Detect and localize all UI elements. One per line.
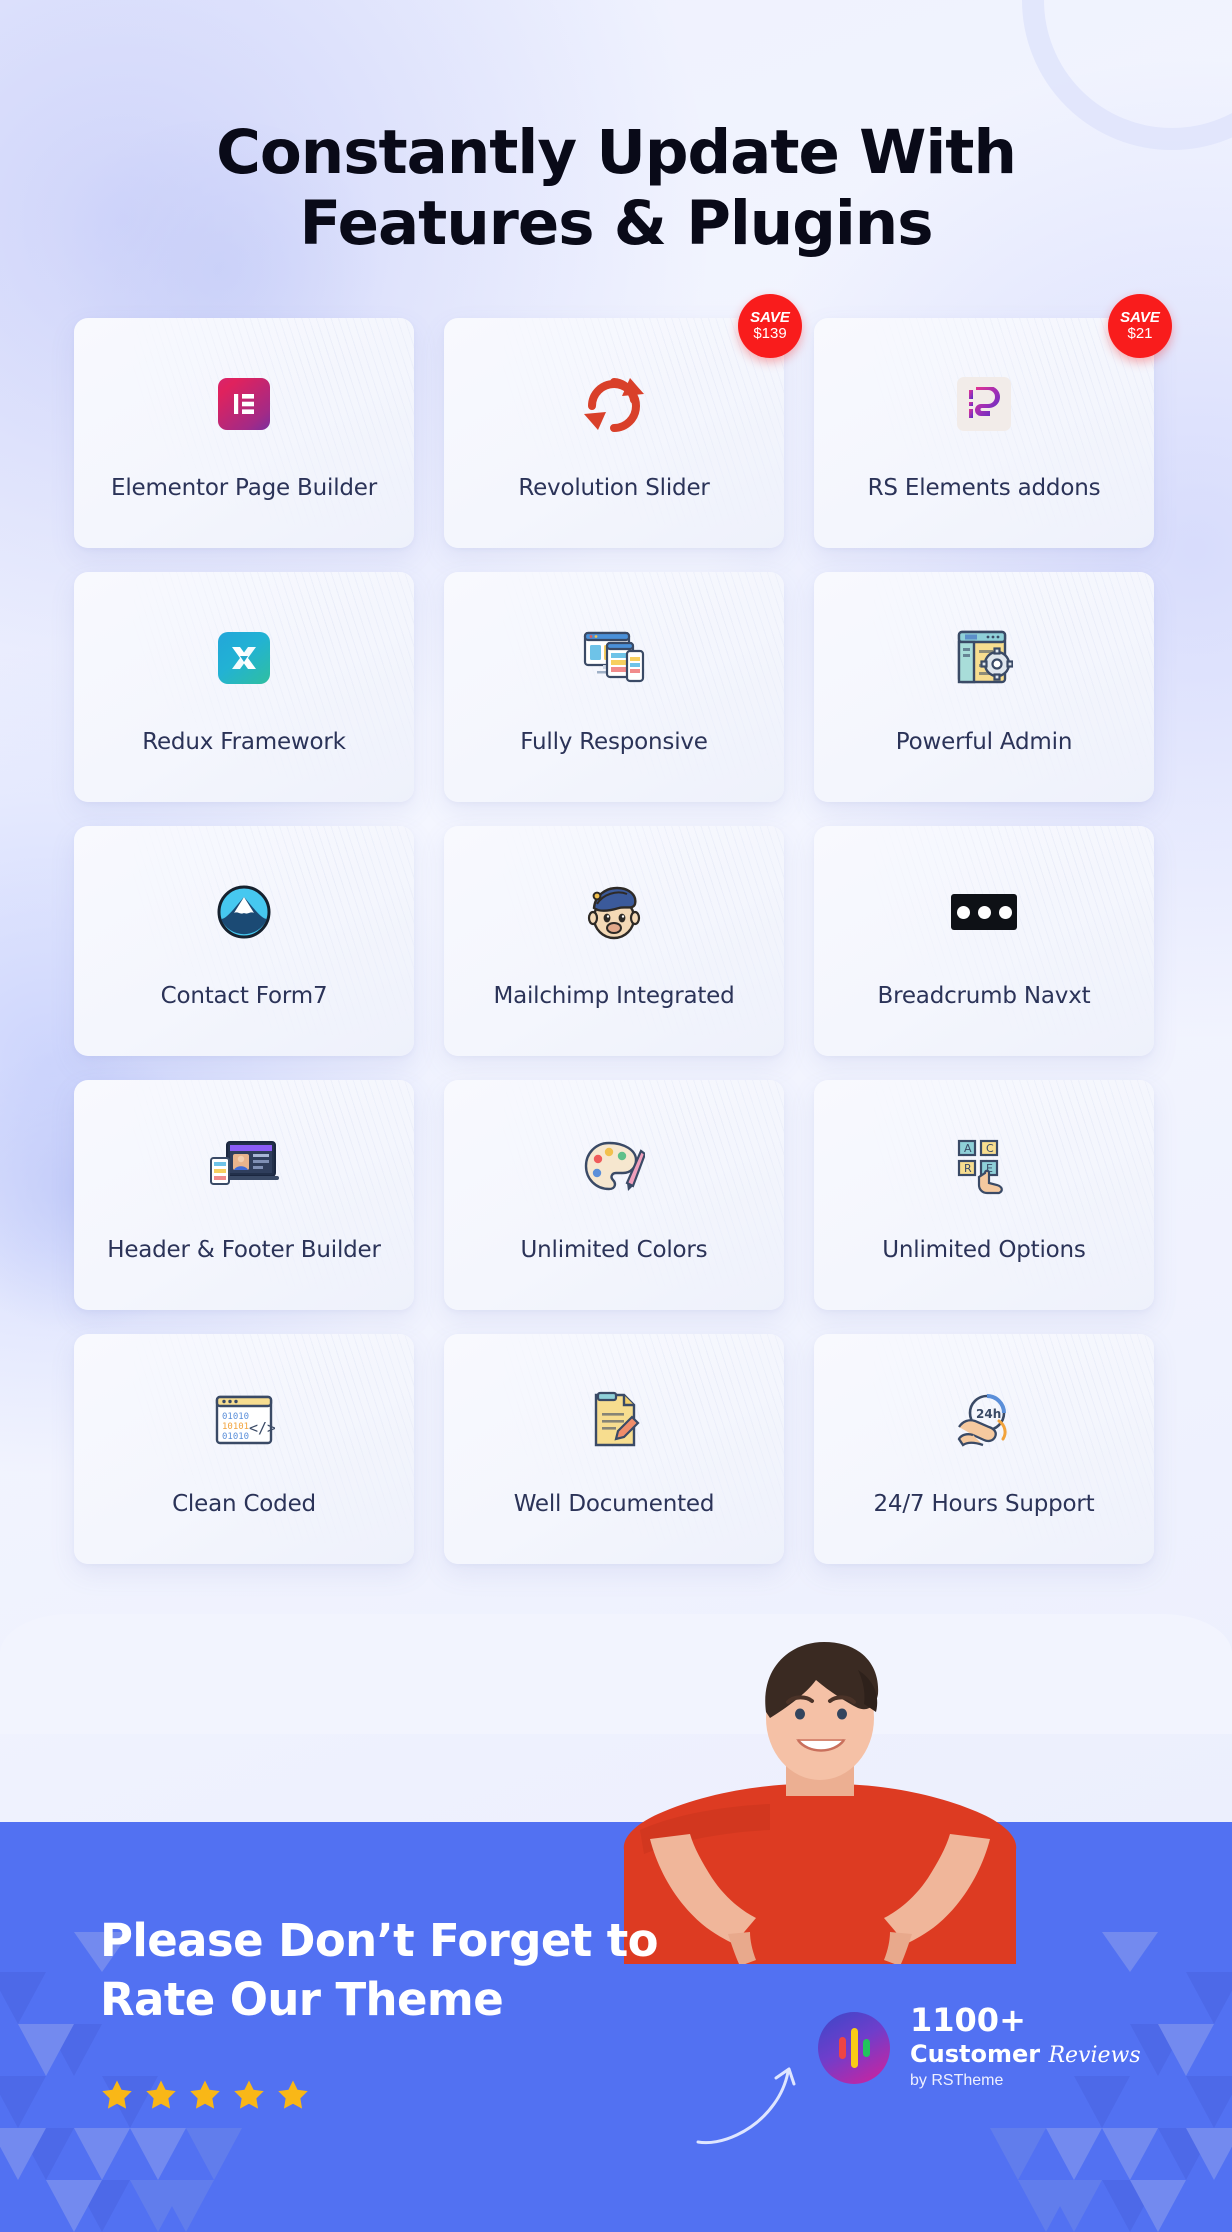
page-title-line-1: Constantly Update With bbox=[216, 117, 1017, 188]
header-footer-builder-icon bbox=[210, 1141, 279, 1185]
support-24h-icon: 24h bbox=[957, 1394, 1007, 1447]
feature-card[interactable]: Header & Footer Builder bbox=[74, 1080, 414, 1310]
feature-label: Breadcrumb Navxt bbox=[877, 983, 1091, 1009]
svg-text:R: R bbox=[964, 1162, 972, 1175]
reviews-label-bold: Customer bbox=[910, 2039, 1041, 2068]
reviews-logo-icon bbox=[818, 2012, 890, 2085]
responsive-devices-icon bbox=[583, 631, 645, 683]
document-icon bbox=[594, 1391, 640, 1447]
svg-text:24h: 24h bbox=[976, 1407, 1001, 1421]
promo-page: Constantly Update With Features & Plugin… bbox=[0, 0, 1232, 2232]
feature-icon-wrap bbox=[218, 619, 270, 697]
feature-label: Unlimited Colors bbox=[520, 1237, 708, 1263]
feature-card[interactable]: Contact Form7 bbox=[74, 826, 414, 1056]
feature-icon-wrap: A C R E bbox=[955, 1127, 1013, 1205]
svg-text:01010: 01010 bbox=[222, 1412, 249, 1422]
feature-icon-wrap bbox=[955, 619, 1013, 697]
feature-card[interactable]: A C R E Unlimited Options bbox=[814, 1080, 1154, 1310]
breadcrumb-dots-icon bbox=[951, 894, 1017, 930]
star-rating[interactable] bbox=[100, 2078, 310, 2112]
feature-label: Header & Footer Builder bbox=[107, 1237, 381, 1263]
feature-icon-wrap bbox=[581, 619, 647, 697]
feature-label: Well Documented bbox=[513, 1491, 715, 1517]
save-badge: SAVE $139 bbox=[738, 294, 802, 358]
elementor-icon bbox=[218, 378, 270, 430]
feature-card[interactable]: Breadcrumb Navxt bbox=[814, 826, 1154, 1056]
feature-label: Contact Form7 bbox=[160, 983, 328, 1009]
svg-text:A: A bbox=[964, 1142, 972, 1155]
code-window-icon: 01010 10101 01010 </> bbox=[215, 1395, 275, 1445]
curved-arrow-icon bbox=[696, 2067, 796, 2145]
svg-text:10101: 10101 bbox=[222, 1422, 249, 1432]
feature-label: Mailchimp Integrated bbox=[493, 983, 735, 1009]
feature-label: Revolution Slider bbox=[518, 475, 710, 501]
feature-icon-wrap bbox=[209, 1127, 279, 1205]
reviews-label-script: Reviews bbox=[1048, 2042, 1141, 2068]
feature-card[interactable]: Powerful Admin bbox=[814, 572, 1154, 802]
cta-title-line-1: Please Don’t Forget to bbox=[100, 1914, 659, 1967]
feature-icon-wrap bbox=[584, 365, 644, 443]
save-badge-label: SAVE bbox=[750, 308, 790, 326]
customer-reviews-badge: 1100+ Customer Reviews by RSTheme bbox=[818, 2001, 1141, 2093]
feature-icon-wrap: 01010 10101 01010 </> bbox=[213, 1381, 275, 1459]
reviews-count: 1100+ bbox=[910, 2001, 1026, 2039]
feature-card[interactable]: Unlimited Colors bbox=[444, 1080, 784, 1310]
star-icon[interactable] bbox=[188, 2078, 222, 2112]
options-click-icon: A C R E bbox=[957, 1139, 1003, 1195]
rs-elements-icon bbox=[957, 377, 1011, 431]
feature-label: Fully Responsive bbox=[520, 729, 708, 755]
reviews-byline: by RSTheme bbox=[910, 2072, 1004, 2090]
color-palette-icon bbox=[584, 1141, 645, 1191]
save-badge-amount: $139 bbox=[753, 325, 787, 343]
feature-icon-wrap bbox=[583, 1127, 645, 1205]
contact-form7-icon bbox=[217, 885, 271, 939]
person-illustration bbox=[623, 1642, 1017, 1964]
mailchimp-monkey-icon bbox=[587, 886, 641, 940]
star-icon[interactable] bbox=[144, 2078, 178, 2112]
feature-card[interactable]: Redux Framework bbox=[74, 572, 414, 802]
feature-label: 24/7 Hours Support bbox=[873, 1491, 1095, 1517]
feature-card[interactable]: 01010 10101 01010 </> Clean Coded bbox=[74, 1334, 414, 1564]
page-title-line-2: Features & Plugins bbox=[299, 187, 933, 259]
cta-title: Please Don’t Forget to Rate Our Theme bbox=[100, 1912, 660, 2029]
star-icon[interactable] bbox=[100, 2078, 134, 2112]
feature-label: RS Elements addons bbox=[867, 475, 1101, 501]
feature-label: Unlimited Options bbox=[882, 1237, 1086, 1263]
feature-icon-wrap bbox=[957, 365, 1011, 443]
save-badge-amount: $21 bbox=[1127, 325, 1153, 343]
feature-icon-wrap bbox=[218, 365, 270, 443]
admin-panel-gear-icon bbox=[957, 630, 1013, 684]
svg-text:C: C bbox=[986, 1142, 994, 1155]
page-title: Constantly Update With Features & Plugin… bbox=[0, 117, 1232, 260]
feature-label: Redux Framework bbox=[142, 729, 346, 755]
feature-label: Elementor Page Builder bbox=[111, 475, 377, 501]
cta-title-line-2: Rate Our Theme bbox=[100, 1972, 504, 2026]
feature-icon-wrap bbox=[217, 873, 271, 951]
feature-card[interactable]: SAVE $139 Revolution Slider bbox=[444, 294, 802, 548]
feature-icon-wrap bbox=[585, 873, 643, 951]
feature-card[interactable]: Mailchimp Integrated bbox=[444, 826, 784, 1056]
save-badge: SAVE $21 bbox=[1108, 294, 1172, 358]
feature-label: Clean Coded bbox=[172, 1491, 316, 1517]
feature-label: Powerful Admin bbox=[895, 729, 1073, 755]
feature-grid: Elementor Page Builder SAVE $139 Revolut… bbox=[74, 294, 1172, 1564]
star-icon[interactable] bbox=[232, 2078, 266, 2112]
feature-icon-wrap: 24h bbox=[953, 1381, 1015, 1459]
svg-text:01010: 01010 bbox=[222, 1432, 249, 1442]
feature-card[interactable]: Elementor Page Builder bbox=[74, 318, 414, 548]
redux-framework-icon bbox=[218, 632, 270, 684]
svg-text:</>: </> bbox=[249, 1419, 275, 1437]
save-badge-label: SAVE bbox=[1120, 308, 1160, 326]
feature-icon-wrap bbox=[588, 1381, 640, 1459]
feature-card[interactable]: Fully Responsive bbox=[444, 572, 784, 802]
feature-card[interactable]: SAVE $21 RS Elements addons bbox=[814, 294, 1172, 548]
revolution-slider-icon bbox=[584, 378, 644, 432]
star-icon[interactable] bbox=[276, 2078, 310, 2112]
feature-icon-wrap bbox=[951, 873, 1017, 951]
feature-card[interactable]: Well Documented bbox=[444, 1334, 784, 1564]
feature-card[interactable]: 24h 24/7 Hours Support bbox=[814, 1334, 1154, 1564]
